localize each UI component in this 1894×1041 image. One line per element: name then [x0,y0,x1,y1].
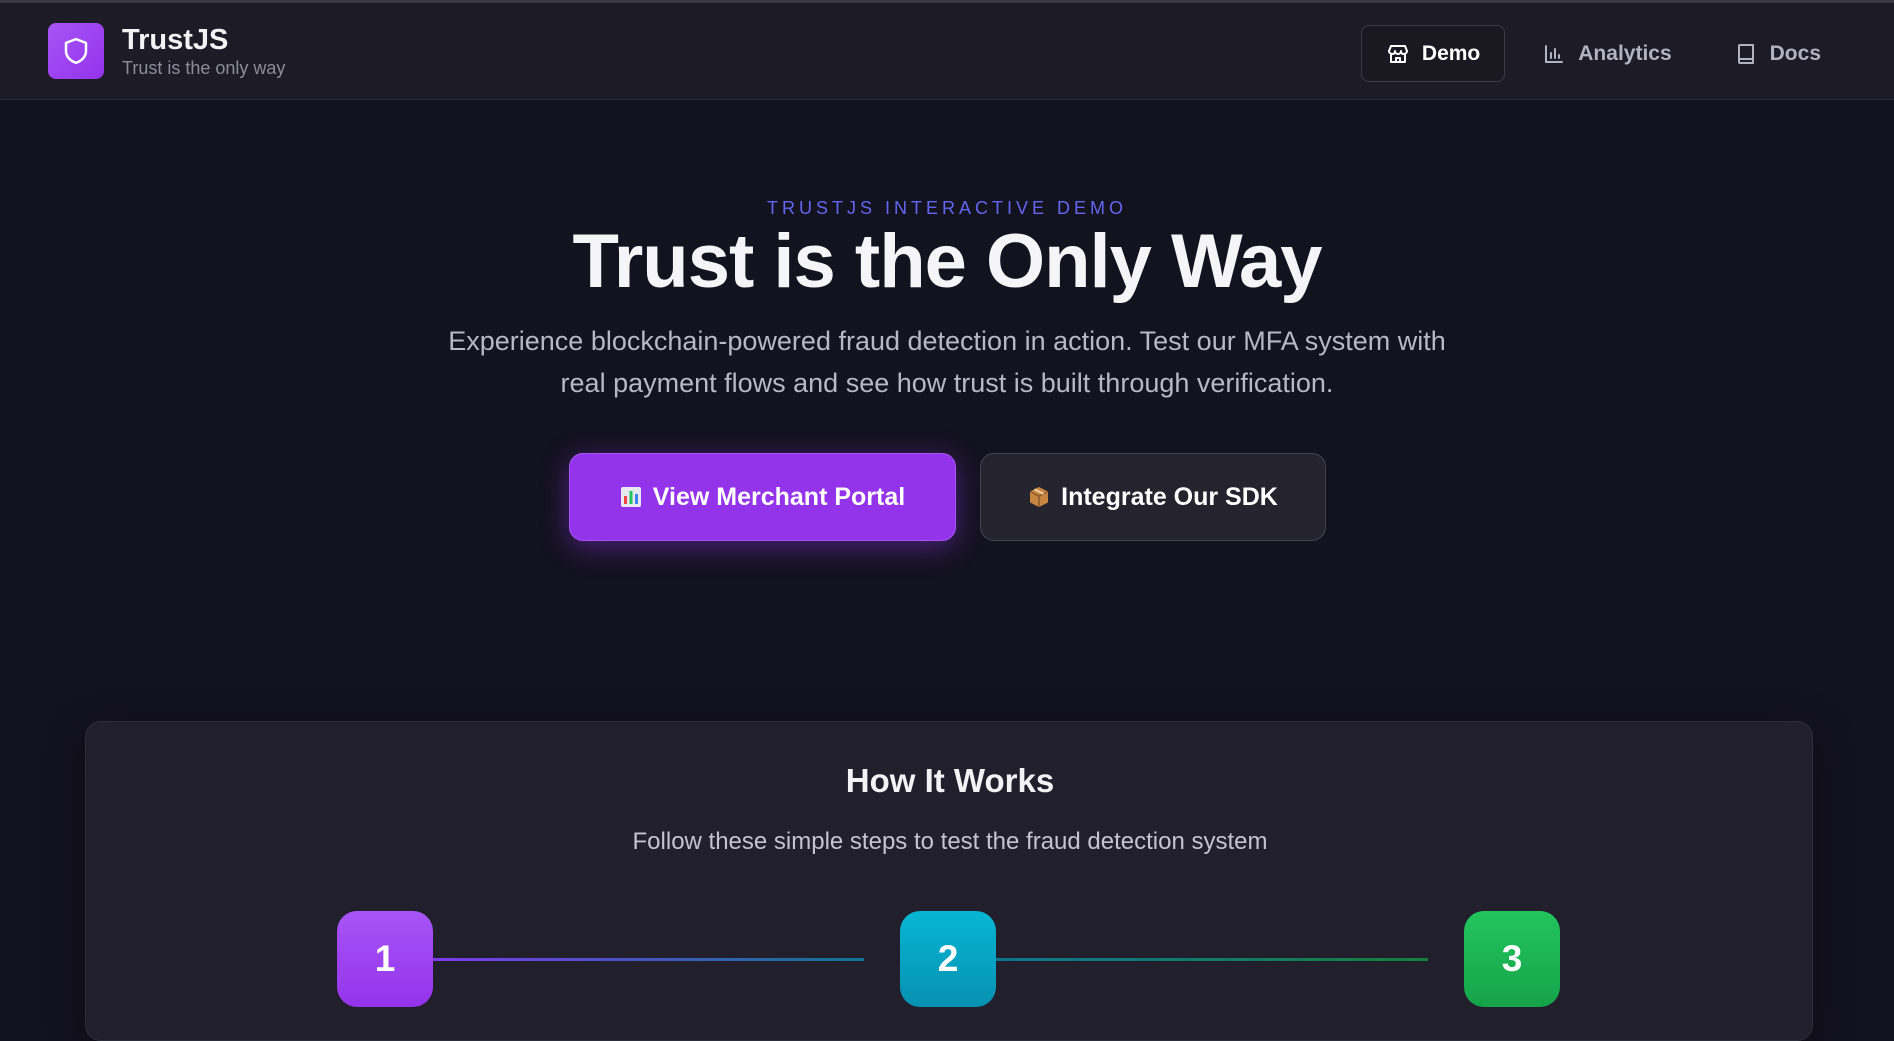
view-merchant-portal-button[interactable]: View Merchant Portal [568,453,956,541]
how-it-works-title: How It Works [845,762,1055,799]
brand-tagline: Trust is the only way [122,58,286,78]
hero-cta-row: View Merchant Portal Integrate Our SDK [0,453,1894,541]
store-icon [1387,44,1408,63]
nav-docs[interactable]: Docs [1709,25,1846,82]
top-navigation-bar: TrustJS Trust is the only way Demo Analy… [0,0,1894,100]
view-merchant-portal-label: View Merchant Portal [652,482,906,511]
step-connector [996,958,1428,961]
brand-name: TrustJS [122,24,229,56]
how-it-works-subtitle: Follow these simple steps to test the fr… [632,828,1268,855]
how-it-works-card: How It Works Follow these simple steps t… [85,721,1813,1041]
nav-analytics[interactable]: Analytics [1517,25,1696,82]
integrate-sdk-label: Integrate Our SDK [1061,482,1278,511]
step-connector [433,958,864,961]
nav-demo-label: Demo [1421,41,1481,65]
step-3-badge: 3 [1464,911,1560,1007]
main-nav: Demo Analytics Docs [1349,25,1846,82]
hero-title: Trust is the Only Way [572,219,1322,304]
bar-chart-icon [1545,44,1564,63]
nav-docs-label: Docs [1769,41,1821,65]
brand[interactable]: TrustJS Trust is the only way [48,23,285,79]
nav-analytics-label: Analytics [1578,41,1672,65]
nav-demo[interactable]: Demo [1360,25,1506,82]
step-2-badge: 2 [900,911,996,1007]
shield-icon [48,23,104,79]
book-icon [1737,43,1754,64]
package-emoji-icon [1027,485,1051,509]
hero-subtitle: Experience blockchain-powered fraud dete… [448,326,1446,398]
hero-eyebrow: TRUSTJS INTERACTIVE DEMO [766,198,1127,218]
chart-emoji-icon [619,485,643,509]
step-1-badge: 1 [337,911,433,1007]
integrate-sdk-button[interactable]: Integrate Our SDK [979,453,1326,541]
brand-text: TrustJS Trust is the only way [122,23,285,79]
